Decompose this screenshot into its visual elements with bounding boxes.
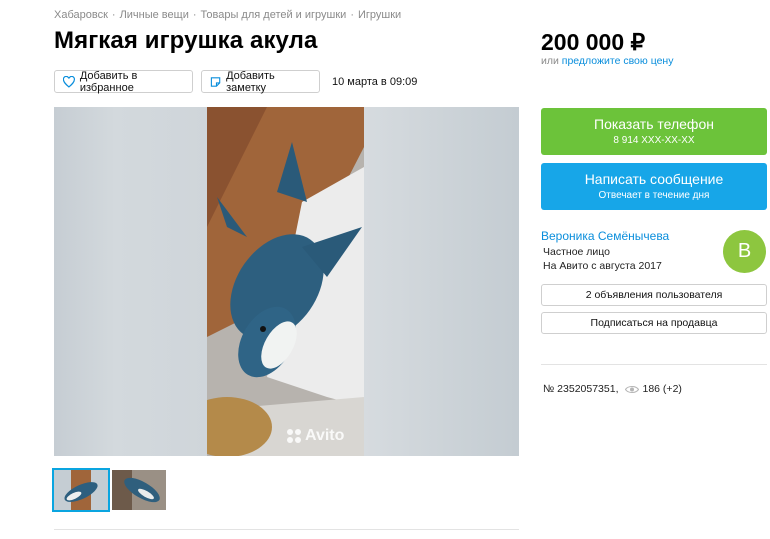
avito-logo-icon (287, 429, 301, 443)
seller-since: На Авито с августа 2017 (543, 260, 662, 272)
subscribe-seller-button[interactable]: Подписаться на продавца (541, 312, 767, 334)
breadcrumb: Хабаровск · Личные вещи · Товары для детей и… (54, 9, 401, 21)
gallery-blur-left (54, 107, 207, 456)
phone-number-masked: 8 914 XXX-XX-XX (613, 135, 695, 146)
heart-icon (63, 75, 75, 88)
eye-icon (624, 385, 639, 393)
publish-date: 10 марта в 09:09 (332, 75, 418, 88)
breadcrumb-separator: · (350, 9, 354, 21)
seller-avatar[interactable]: В (723, 230, 766, 273)
thumbnail-strip (52, 468, 166, 512)
seller-ads-button[interactable]: 2 объявления пользователя (541, 284, 767, 306)
page-title: Мягкая игрушка акула (54, 27, 318, 54)
response-time: Отвечает в течение дня (598, 190, 710, 201)
add-to-favorites-button[interactable]: Добавить в избранное (54, 69, 193, 94)
divider (541, 364, 767, 365)
seller-type: Частное лицо (543, 246, 611, 258)
suggest-price-link[interactable]: предложите свою цену (562, 55, 674, 67)
breadcrumb-separator: · (192, 9, 197, 21)
breadcrumb-separator: · (111, 9, 116, 21)
breadcrumb-item-toys[interactable]: Игрушки (358, 9, 401, 21)
listing-actions: Добавить в избранное Добавить заметку 10… (54, 69, 418, 94)
avito-watermark: Avito (287, 427, 344, 445)
seller-name-link[interactable]: Вероника Семёнычева (541, 229, 669, 243)
write-message-button[interactable]: Написать сообщение Отвечает в течение дн… (541, 163, 767, 210)
price-offer: или предложите свою цену (541, 55, 673, 67)
price-offer-prefix: или (541, 55, 559, 67)
ad-number: № 2352057351, (543, 383, 619, 395)
add-note-button[interactable]: Добавить заметку (201, 69, 320, 94)
gallery-blur-right (364, 107, 519, 456)
breadcrumb-item-city[interactable]: Хабаровск (54, 9, 108, 21)
price: 200 000 ₽ (541, 29, 646, 55)
watermark-text: Avito (305, 427, 345, 444)
thumbnail-2[interactable] (112, 470, 166, 510)
divider (54, 529, 519, 530)
breadcrumb-item-kids-goods[interactable]: Товары для детей и игрушки (201, 9, 347, 21)
breadcrumb-item-personal-items[interactable]: Личные вещи (120, 9, 189, 21)
listing-stats: № 2352057351, 186 (+2) (543, 383, 682, 395)
main-photo (207, 107, 364, 456)
view-count: 186 (+2) (642, 383, 682, 395)
photo-gallery[interactable]: Avito (54, 107, 519, 456)
note-icon (210, 76, 221, 87)
show-phone-button[interactable]: Показать телефон 8 914 XXX-XX-XX (541, 108, 767, 155)
show-phone-label: Показать телефон (594, 116, 714, 132)
write-message-label: Написать сообщение (584, 171, 724, 187)
thumbnail-1[interactable] (52, 468, 110, 512)
add-to-favorites-label: Добавить в избранное (79, 69, 138, 94)
add-note-label: Добавить заметку (226, 69, 275, 94)
